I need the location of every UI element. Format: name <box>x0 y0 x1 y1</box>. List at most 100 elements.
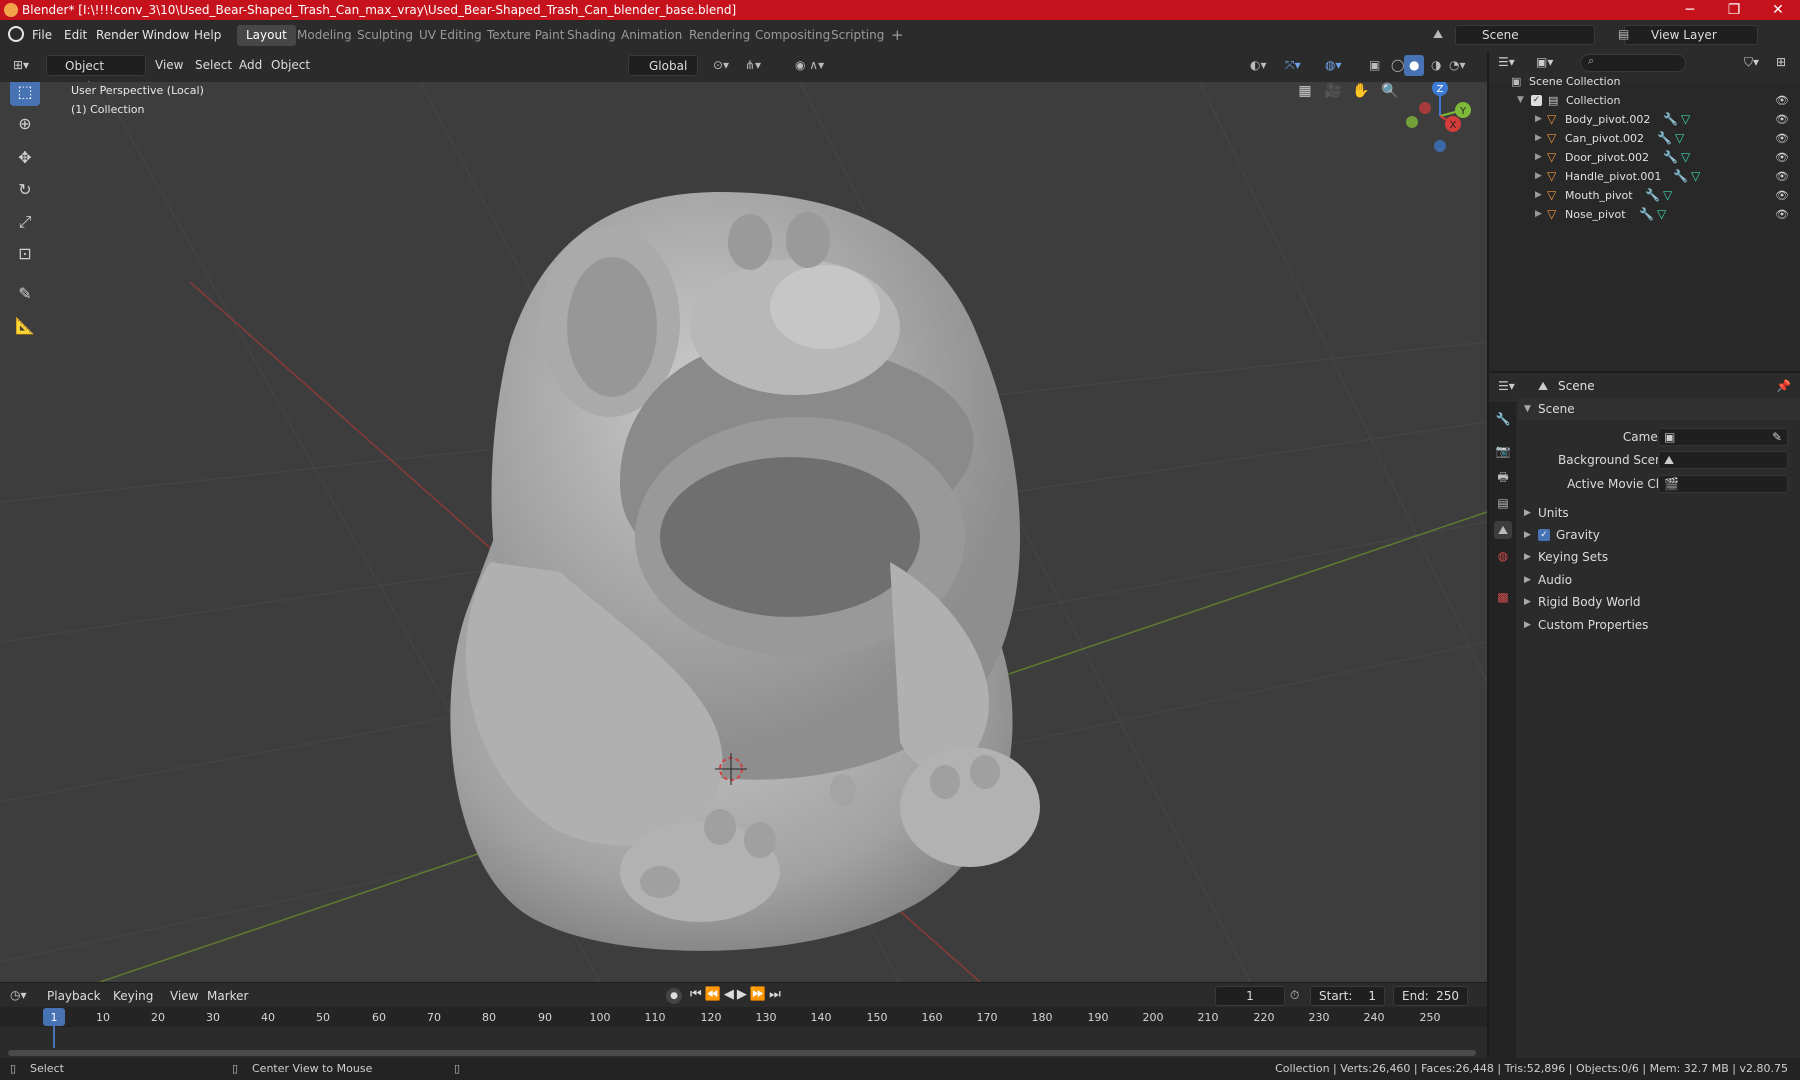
blender-menu-icon[interactable] <box>8 26 24 42</box>
eye-icon[interactable]: 👁 <box>1775 148 1789 167</box>
overlays-toggle-icon[interactable]: ◍▾ <box>1320 55 1347 76</box>
scene-selector[interactable]: Scene <box>1455 25 1595 45</box>
gravity-panel[interactable]: ▶ ✓ Gravity <box>1518 524 1800 546</box>
expand-icon[interactable]: ▶ <box>1535 148 1542 167</box>
move-tool-icon[interactable]: ✥ <box>10 144 40 172</box>
current-frame-field[interactable]: 1 <box>1215 986 1285 1006</box>
transform-orientation-selector[interactable]: Global <box>628 55 698 76</box>
collection-checkbox[interactable]: ✓ <box>1531 95 1542 106</box>
select-box-tool-icon[interactable]: ⬚ <box>10 82 40 106</box>
eyedropper-icon[interactable]: ✎ <box>1772 426 1782 448</box>
playback-controls[interactable]: ⏮⏪◀▶⏩⏭ <box>690 987 784 1002</box>
menu-timeline-view[interactable]: View <box>165 986 203 1007</box>
display-mode-icon[interactable]: ▣▾ <box>1536 55 1553 69</box>
keying-sets-panel[interactable]: ▶ Keying Sets <box>1518 546 1800 568</box>
menu-select[interactable]: Select <box>190 55 237 76</box>
rotate-tool-icon[interactable]: ↻ <box>10 176 40 204</box>
menu-marker[interactable]: Marker <box>202 986 253 1007</box>
menu-help[interactable]: Help <box>194 26 221 44</box>
eye-icon[interactable]: 👁 <box>1775 186 1789 205</box>
navigation-gizmo[interactable]: Z Y X <box>1406 82 1471 152</box>
custom-properties-panel[interactable]: ▶ Custom Properties <box>1518 614 1800 636</box>
expand-icon[interactable]: ▶ <box>1535 110 1542 129</box>
end-frame-field[interactable]: End: 250 <box>1393 986 1468 1006</box>
eye-icon[interactable]: 👁 <box>1775 205 1789 224</box>
menu-window[interactable]: Window <box>142 26 189 44</box>
menu-keying[interactable]: Keying <box>108 986 158 1007</box>
visibility-icon[interactable]: ◐▾ <box>1245 55 1272 76</box>
expand-icon[interactable]: ▶ <box>1535 167 1542 186</box>
timeline-scrollbar[interactable] <box>8 1050 1476 1056</box>
outliner-row-object[interactable]: ▶ ▽ Body_pivot.002 🔧 ▽ 👁 <box>1489 110 1800 129</box>
add-workspace-button[interactable]: + <box>882 25 913 46</box>
expand-icon[interactable]: ▶ <box>1535 129 1542 148</box>
rendered-shading-icon[interactable]: ◔▾ <box>1444 55 1471 76</box>
solid-shading-icon[interactable]: ● <box>1404 55 1425 76</box>
outliner-row-object[interactable]: ▶ ▽ Nose_pivot 🔧 ▽ 👁 <box>1489 205 1800 224</box>
editor-type-icon[interactable]: ⊞▾ <box>8 55 34 76</box>
outliner-row-scene-collection[interactable]: ▣ Scene Collection <box>1489 72 1800 91</box>
outliner-row-collection[interactable]: ▼ ✓ ▤ Collection 👁 <box>1489 91 1800 110</box>
rigid-body-world-panel[interactable]: ▶ Rigid Body World <box>1518 591 1800 613</box>
render-tab-icon[interactable]: 📷 <box>1494 442 1512 460</box>
menu-edit[interactable]: Edit <box>64 26 87 44</box>
pin-icon[interactable]: 📌 <box>1776 379 1791 393</box>
scene-panel-header[interactable]: ▼ Scene <box>1518 398 1800 420</box>
transform-tool-icon[interactable]: ⊡ <box>10 240 40 268</box>
outliner-editor-icon[interactable]: ☰▾ <box>1498 55 1515 69</box>
eye-icon[interactable]: 👁 <box>1775 110 1789 129</box>
minimize-button[interactable]: ─ <box>1668 0 1712 20</box>
expand-icon[interactable]: ▶ <box>1535 186 1542 205</box>
audio-panel[interactable]: ▶ Audio <box>1518 569 1800 591</box>
output-tab-icon[interactable]: 🖶 <box>1494 468 1512 486</box>
outliner-row-object[interactable]: ▶ ▽ Door_pivot.002 🔧 ▽ 👁 <box>1489 148 1800 167</box>
properties-editor-icon[interactable]: ☰▾ <box>1498 379 1515 393</box>
texture-tab-icon[interactable]: ▩ <box>1494 588 1512 606</box>
menu-add[interactable]: Add <box>234 55 267 76</box>
xray-toggle-icon[interactable]: ▣ <box>1364 55 1385 76</box>
snap-icon[interactable]: ⋔▾ <box>740 55 766 76</box>
outliner-row-object[interactable]: ▶ ▽ Can_pivot.002 🔧 ▽ 👁 <box>1489 129 1800 148</box>
outliner-search-input[interactable] <box>1580 54 1686 72</box>
menu-object[interactable]: Object <box>266 55 315 76</box>
menu-view[interactable]: View <box>150 55 188 76</box>
pivot-point-icon[interactable]: ⊙▾ <box>708 55 734 76</box>
eye-icon[interactable]: 👁 <box>1775 167 1789 186</box>
3d-viewport[interactable]: Z Y X User Perspective (Local) (1) Colle… <box>0 82 1487 982</box>
scale-tool-icon[interactable]: ⤢ <box>10 208 40 236</box>
expand-collection-icon[interactable]: ▼ <box>1517 91 1524 110</box>
camera-field[interactable]: ▣ ✎ <box>1658 428 1788 446</box>
gravity-checkbox[interactable]: ✓ <box>1538 529 1550 541</box>
active-movie-clip-field[interactable]: 🎬 <box>1658 475 1788 493</box>
timeline-editor-icon[interactable]: ◷▾ <box>10 988 27 1002</box>
scene-tab-icon[interactable]: ⛰ <box>1494 521 1512 539</box>
eye-icon[interactable]: 👁 <box>1775 129 1789 148</box>
background-scene-field[interactable]: ⛰ <box>1658 451 1788 469</box>
annotate-tool-icon[interactable]: ✎ <box>10 280 40 308</box>
maximize-button[interactable]: ❐ <box>1712 0 1756 20</box>
start-frame-field[interactable]: Start: 1 <box>1310 986 1385 1006</box>
mode-selector[interactable]: Object Mode <box>46 55 146 94</box>
view-layer-selector[interactable]: View Layer <box>1624 25 1758 45</box>
units-panel[interactable]: ▶ Units <box>1518 502 1800 524</box>
filter-icon[interactable]: ⛉▾ <box>1744 55 1759 70</box>
stopwatch-icon[interactable]: ⏱ <box>1290 988 1299 1003</box>
record-button[interactable]: ● <box>666 988 682 1004</box>
proportional-editing-icon[interactable]: ◉ ∧▾ <box>790 55 829 76</box>
tab-layout[interactable]: Layout <box>237 25 296 46</box>
new-collection-icon[interactable]: ⊞ <box>1776 55 1786 69</box>
tool-tab-icon[interactable]: 🔧 <box>1494 410 1512 428</box>
close-button[interactable]: ✕ <box>1756 0 1800 20</box>
outliner-row-object[interactable]: ▶ ▽ Mouth_pivot 🔧 ▽ 👁 <box>1489 186 1800 205</box>
eye-icon[interactable]: 👁 <box>1775 91 1789 110</box>
cursor-tool-icon[interactable]: ⊕ <box>10 110 40 138</box>
menu-file[interactable]: File <box>32 26 52 44</box>
view-layer-tab-icon[interactable]: ▤ <box>1494 494 1512 512</box>
menu-playback[interactable]: Playback <box>42 986 106 1007</box>
expand-icon[interactable]: ▶ <box>1535 205 1542 224</box>
measure-tool-icon[interactable]: 📐 <box>10 312 40 340</box>
gizmo-toggle-icon[interactable]: ⤧▾ <box>1280 55 1306 76</box>
outliner-row-object[interactable]: ▶ ▽ Handle_pivot.001 🔧 ▽ 👁 <box>1489 167 1800 186</box>
menu-render[interactable]: Render <box>96 26 139 44</box>
world-tab-icon[interactable]: ◍ <box>1494 547 1512 565</box>
